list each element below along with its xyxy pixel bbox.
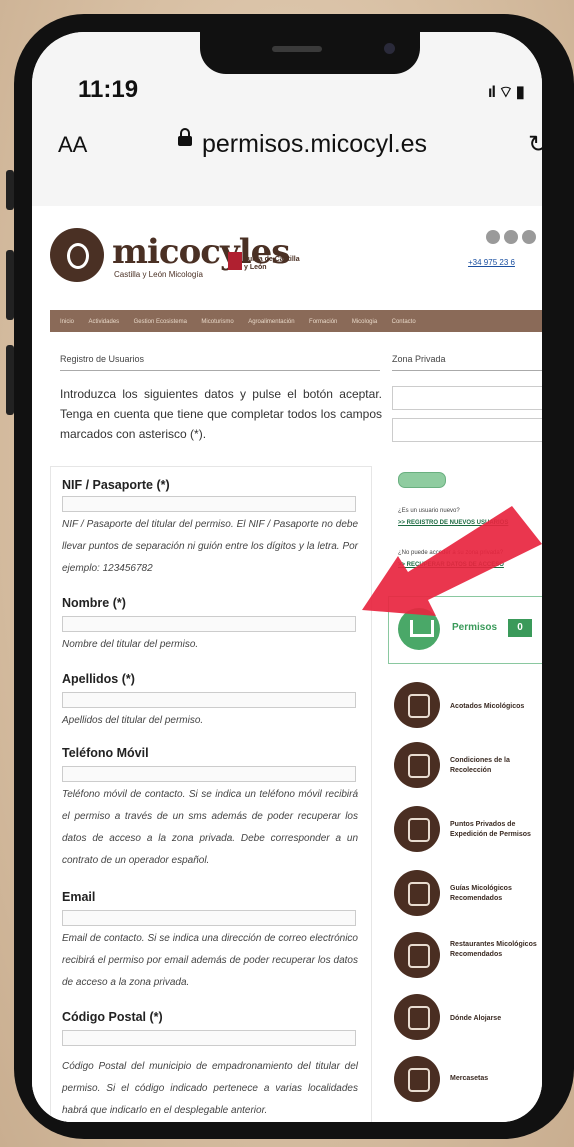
cp-help: Código Postal del municipio de empadrona… [62,1061,358,1116]
phone-screen: 11:19 ıl ⌔ ▮ AA permisos.micocyl.es ↻ mi… [32,32,542,1122]
social-icon[interactable] [504,230,518,244]
bed-icon[interactable] [394,994,440,1040]
social-icon[interactable] [522,230,536,244]
cart-label[interactable]: Permisos [452,622,497,633]
document-icon[interactable] [394,806,440,852]
guide-person-icon[interactable] [394,870,440,916]
nif-label: NIF / Pasaporte (*) [62,478,170,492]
page-title: Registro de Usuarios [60,354,145,364]
private-zone-heading: Zona Privada [392,354,446,364]
url-text[interactable]: permisos.micocyl.es [202,130,427,159]
menu-item-acotados[interactable]: Acotados Micológicos [450,702,540,712]
register-link[interactable]: >> REGISTRO DE NUEVOS USUARIOS [398,520,508,526]
cp-input[interactable] [62,1030,356,1046]
nav-item[interactable]: Contacto [392,319,416,325]
email-label: Email [62,890,96,904]
nombre-help: Nombre del titular del permiso. [62,639,199,650]
notch [200,32,420,74]
signal-wifi-battery-icon: ıl ⌔ ▮ [488,84,525,101]
reader-aa-button[interactable]: AA [58,132,87,158]
user-input[interactable] [392,386,542,410]
telefono-help: Teléfono móvil de contacto. Si se indica… [62,789,358,866]
nav-item[interactable]: Inicio [60,319,74,325]
nombre-input[interactable] [62,616,356,632]
nav-item[interactable]: Actividades [88,319,119,325]
lock-icon [178,128,192,146]
thumbs-up-icon[interactable] [394,742,440,788]
apellidos-label: Apellidos (*) [62,672,135,686]
nav-item[interactable]: Formación [309,319,337,325]
junta-logo-text: Junta de Castilla y León [244,256,300,271]
email-input[interactable] [62,910,356,926]
nif-input[interactable] [62,496,356,512]
junta-shield-icon [228,252,242,270]
mercasetas-icon[interactable] [394,1056,440,1102]
recover-link[interactable]: >> RECUPERAR DATOS DE ACCESO [398,562,504,568]
volume-down-button [6,345,14,415]
menu-item-alojarse[interactable]: Dónde Alojarse [450,1014,540,1024]
reload-icon[interactable]: ↻ [528,130,542,159]
menu-item-guias[interactable]: Guías Micológicos Recomendados [450,884,540,904]
menu-item-restaurantes[interactable]: Restaurantes Micológicos Recomendados [450,940,540,960]
web-page: micocyles Castilla y León Micología Junt… [32,206,542,1122]
social-icons [486,230,540,249]
social-icon[interactable] [486,230,500,244]
clock: 11:19 [78,76,139,103]
acotados-icon[interactable] [394,682,440,728]
new-user-question: ¿Es un usuario nuevo? [398,508,460,514]
nav-item[interactable]: Micologia [352,319,377,325]
intro-text: Introduzca los siguientes datos y pulse … [60,387,382,441]
nombre-label: Nombre (*) [62,596,126,610]
cutlery-icon[interactable] [394,932,440,978]
apellidos-input[interactable] [62,692,356,708]
menu-item-condiciones[interactable]: Condiciones de la Recolección [450,756,540,776]
apellidos-help: Apellidos del titular del permiso. [62,715,204,726]
telefono-input[interactable] [62,766,356,782]
nav-item[interactable]: Gestion Ecosistema [134,319,187,325]
volume-up-button [6,250,14,320]
cp-label: Código Postal (*) [62,1010,163,1024]
recover-question: ¿No puede acceder a su zona privada? [398,550,504,556]
cart-count-badge: 0 [508,619,532,637]
phone-link[interactable]: +34 975 23 6 [468,258,515,267]
main-nav: Inicio Actividades Gestion Ecosistema Mi… [50,310,542,332]
telefono-label: Teléfono Móvil [62,746,149,760]
menu-item-mercasetas[interactable]: Mercasetas [450,1074,540,1084]
login-button[interactable] [398,472,446,488]
nav-item[interactable]: Agroalimentación [248,319,294,325]
email-help: Email de contacto. Si se indica una dire… [62,933,358,988]
brand-subtitle: Castilla y León Micología [114,270,203,279]
nif-help: NIF / Pasaporte del titular del permiso.… [62,519,358,574]
divider [392,370,542,371]
password-input[interactable] [392,418,542,442]
nav-item[interactable]: Micoturismo [201,319,233,325]
menu-item-puntos[interactable]: Puntos Privados de Expedición de Permiso… [450,820,540,840]
divider [60,370,380,371]
cart-icon[interactable] [398,608,440,650]
micocyl-logo-icon[interactable] [50,228,104,282]
mute-switch [6,170,14,210]
